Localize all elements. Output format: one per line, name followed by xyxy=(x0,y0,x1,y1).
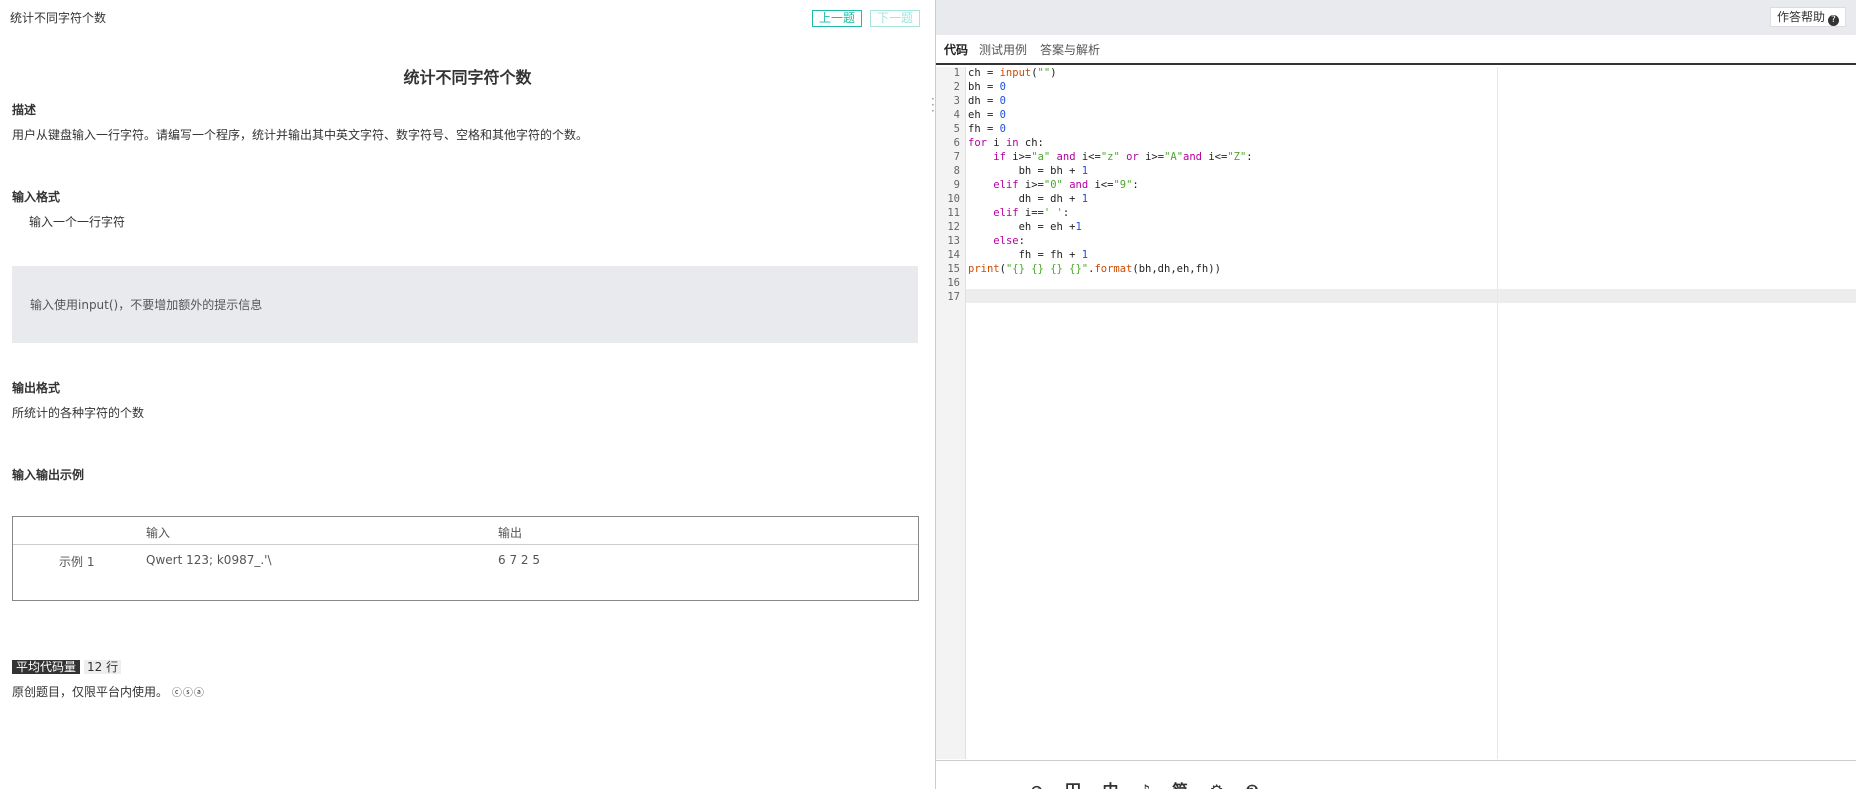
line-number: 10 xyxy=(947,193,960,205)
output-format-label: 输出格式 xyxy=(12,381,61,395)
problem-top-title: 统计不同字符个数 xyxy=(10,11,107,25)
code-line[interactable]: ch = input("") xyxy=(968,67,1057,79)
line-number: 15 xyxy=(947,263,960,275)
line-number: 11 xyxy=(947,207,960,219)
line-number: 16 xyxy=(947,277,960,289)
problem-title: 统计不同字符个数 xyxy=(403,68,532,87)
examples-label: 输入输出示例 xyxy=(12,468,85,482)
code-topbar: 作答帮助? xyxy=(936,0,1856,35)
code-line[interactable]: fh = fh + 1 xyxy=(968,249,1089,261)
avg-code-badge: 平均代码量 xyxy=(12,660,81,674)
avg-code-value: 12 行 xyxy=(84,660,122,674)
code-editor[interactable]: 1 2 3 4 5 6 7 8 9 10 11 12 13 14 15 16 17 ch = input("")… xyxy=(936,67,1856,759)
examples-table-header: 输入 输出 xyxy=(13,517,918,545)
tab-test-cases[interactable]: 测试用例 xyxy=(979,41,1027,65)
line-number: 14 xyxy=(947,249,960,261)
ime-toolbar[interactable]: ⊘ 田 中 ♪ 简 ⚙ ❷ ⁃ xyxy=(1030,777,1320,789)
header-input: 输入 xyxy=(146,526,171,540)
input-format-text: 输入一个一行字符 xyxy=(29,215,126,229)
input-format-label: 输入格式 xyxy=(12,190,61,204)
example-name: 示例 1 xyxy=(59,555,95,569)
line-number: 1 xyxy=(953,67,960,79)
output-format-text: 所统计的各种字符的个数 xyxy=(12,406,145,420)
help-button[interactable]: 作答帮助? xyxy=(1769,7,1846,27)
line-number: 13 xyxy=(947,235,960,247)
cc-license-icon: ⓒⓢⓐ xyxy=(171,688,205,699)
active-line-highlight xyxy=(936,289,1856,303)
code-line[interactable]: elif i>="0" and i<="9": xyxy=(968,179,1138,191)
description-label: 描述 xyxy=(12,103,37,117)
examples-table: 输入 输出 示例 1 Qwert 123; k0987_.'\ 6 7 2 5 xyxy=(12,516,919,601)
description-text: 用户从键盘输入一行字符。请编写一个程序，统计并输出其中英文字符、数字符号、空格和… xyxy=(12,128,589,142)
line-number: 8 xyxy=(953,165,960,177)
origin-text: 原创题目，仅限平台内使用。 xyxy=(12,685,169,699)
prev-problem-button[interactable]: 上一题 xyxy=(812,10,863,27)
code-line[interactable]: bh = 0 xyxy=(968,81,1006,93)
line-number-gutter: 1 2 3 4 5 6 7 8 9 10 11 12 13 14 15 16 17 xyxy=(936,67,966,759)
code-line[interactable]: dh = 0 xyxy=(968,95,1006,107)
code-panel: 作答帮助? 代码 测试用例 答案与解析 1 2 3 4 5 6 7 8 9 10 11 12 13 14 1… xyxy=(935,0,1856,789)
line-number: 3 xyxy=(953,95,960,107)
example-output: 6 7 2 5 xyxy=(498,553,540,567)
tab-code[interactable]: 代码 xyxy=(944,41,969,65)
line-number: 7 xyxy=(953,151,960,163)
code-line[interactable]: else: xyxy=(968,235,1025,247)
line-number: 5 xyxy=(953,123,960,135)
question-circle-icon: ? xyxy=(1828,15,1839,26)
code-line[interactable]: fh = 0 xyxy=(968,123,1006,135)
print-margin xyxy=(1497,67,1498,759)
code-line[interactable]: elif i==' ': xyxy=(968,207,1069,219)
code-line[interactable]: eh = eh +1 xyxy=(968,221,1082,233)
line-number: 17 xyxy=(947,291,960,303)
origin-note: 原创题目，仅限平台内使用。 ⓒⓢⓐ xyxy=(12,683,205,700)
header-output: 输出 xyxy=(498,526,523,540)
code-line[interactable]: bh = bh + 1 xyxy=(968,165,1089,177)
line-number: 6 xyxy=(953,137,960,149)
code-line[interactable]: eh = 0 xyxy=(968,109,1006,121)
code-line[interactable]: print("{} {} {} {}".format(bh,dh,eh,fh)) xyxy=(968,263,1221,275)
input-tip-text: 输入使用input()，不要增加额外的提示信息 xyxy=(30,298,263,312)
line-number: 4 xyxy=(953,109,960,121)
help-label: 作答帮助 xyxy=(1776,10,1825,24)
tab-answer-analysis[interactable]: 答案与解析 xyxy=(1040,41,1100,65)
problem-panel: 统计不同字符个数 上一题 下一题 统计不同字符个数 描述 用户从键盘输入一行字符… xyxy=(0,0,935,789)
example-input: Qwert 123; k0987_.'\ xyxy=(146,553,272,567)
code-tabs: 代码 测试用例 答案与解析 xyxy=(936,35,1856,65)
input-tip-box: 输入使用input()，不要增加额外的提示信息 xyxy=(12,266,918,343)
code-line[interactable]: if i>="a" and i<="z" or i>="A"and i<="Z"… xyxy=(968,151,1252,163)
line-number: 12 xyxy=(947,221,960,233)
line-number: 2 xyxy=(953,81,960,93)
line-number: 9 xyxy=(953,179,960,191)
code-line[interactable]: dh = dh + 1 xyxy=(968,193,1089,205)
code-line[interactable]: for i in ch: xyxy=(968,137,1044,149)
next-problem-button[interactable]: 下一题 xyxy=(870,10,921,27)
